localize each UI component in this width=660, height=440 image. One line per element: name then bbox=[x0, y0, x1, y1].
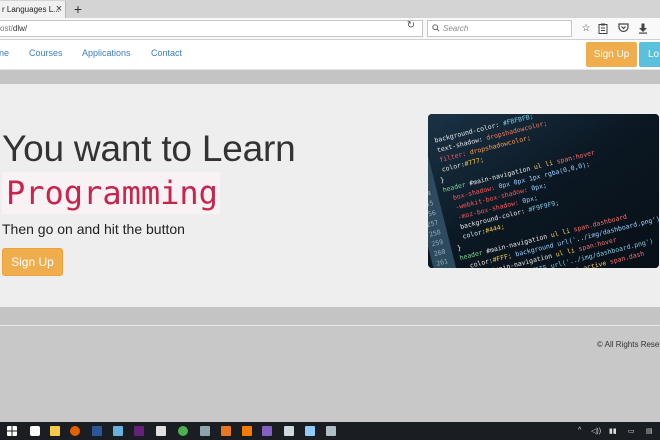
battery-icon[interactable]: ▭ bbox=[628, 427, 635, 435]
pocket-icon[interactable] bbox=[617, 23, 629, 35]
nav-link-courses[interactable]: Courses bbox=[29, 48, 63, 58]
app-icon[interactable] bbox=[156, 426, 166, 436]
close-tab-icon[interactable]: × bbox=[53, 3, 65, 15]
star-icon[interactable]: ☆ bbox=[580, 23, 592, 35]
copyright-text: © All Rights Reser bbox=[597, 340, 660, 349]
network-icon[interactable]: ▮▮ bbox=[609, 427, 617, 435]
browser-toolbar: ost/dlw/ ↻ Search ☆ bbox=[0, 18, 660, 40]
firefox-icon[interactable] bbox=[70, 426, 80, 436]
hero-signup-button[interactable]: Sign Up bbox=[2, 248, 63, 276]
url-path: dlw/ bbox=[12, 24, 28, 33]
browser-tab-bar: r Languages L... × + bbox=[0, 0, 660, 18]
code-image-graphic: 249 250 251 252 253 254 255 256 257 258 … bbox=[428, 114, 659, 268]
nav-login-button[interactable]: Lo bbox=[639, 42, 660, 67]
volume-icon[interactable]: ◁)) bbox=[591, 427, 601, 435]
site-footer: © All Rights Reser bbox=[0, 325, 660, 421]
edge-icon[interactable] bbox=[30, 426, 40, 436]
url-host: ost/ bbox=[0, 24, 13, 33]
site-navbar: ne Courses Applications Contact Sign Up … bbox=[0, 40, 660, 70]
windows-start-icon[interactable] bbox=[7, 426, 17, 436]
notepad-icon[interactable] bbox=[305, 426, 315, 436]
search-icon bbox=[432, 24, 440, 32]
code-screenshot-image: 249 250 251 252 253 254 255 256 257 258 … bbox=[428, 114, 659, 268]
file-explorer-icon[interactable] bbox=[50, 426, 60, 436]
hero-section: You want to Learn Programming Then go on… bbox=[0, 84, 660, 307]
section-divider bbox=[0, 70, 660, 84]
browser-search-input[interactable]: Search bbox=[427, 20, 572, 37]
browser-tab[interactable]: r Languages L... × bbox=[0, 1, 66, 18]
new-tab-button[interactable]: + bbox=[70, 1, 86, 17]
nav-signup-button[interactable]: Sign Up bbox=[586, 42, 637, 67]
hero-title: You want to Learn bbox=[2, 128, 296, 169]
app-icon[interactable] bbox=[113, 426, 123, 436]
clipboard-icon[interactable] bbox=[597, 23, 609, 35]
app-icon[interactable] bbox=[284, 426, 294, 436]
chrome-icon[interactable] bbox=[178, 426, 188, 436]
word-icon[interactable] bbox=[92, 426, 102, 436]
hero-code-word: Programming bbox=[2, 172, 220, 214]
address-bar[interactable]: ost/dlw/ bbox=[0, 20, 423, 37]
search-placeholder: Search bbox=[443, 24, 469, 33]
app-icon[interactable] bbox=[326, 426, 336, 436]
hero-subtitle: Then go on and hit the button bbox=[2, 221, 185, 237]
visual-studio-icon[interactable] bbox=[262, 426, 272, 436]
os-taskbar: ^ ◁)) ▮▮ ▭ ▤ bbox=[0, 422, 660, 440]
chevron-up-icon[interactable]: ^ bbox=[578, 427, 581, 434]
vs-icon[interactable] bbox=[134, 426, 144, 436]
nav-link-contact[interactable]: Contact bbox=[151, 48, 182, 58]
reload-icon[interactable]: ↻ bbox=[405, 20, 417, 32]
nav-link-home[interactable]: ne bbox=[0, 48, 9, 58]
app-icon[interactable] bbox=[200, 426, 210, 436]
section-divider-bottom bbox=[0, 307, 660, 325]
matlab-icon[interactable] bbox=[221, 426, 231, 436]
download-icon[interactable] bbox=[637, 23, 649, 35]
notification-icon[interactable]: ▤ bbox=[646, 427, 653, 435]
nav-link-applications[interactable]: Applications bbox=[82, 48, 131, 58]
vlc-icon[interactable] bbox=[242, 426, 252, 436]
tab-title: r Languages L... bbox=[2, 5, 60, 14]
